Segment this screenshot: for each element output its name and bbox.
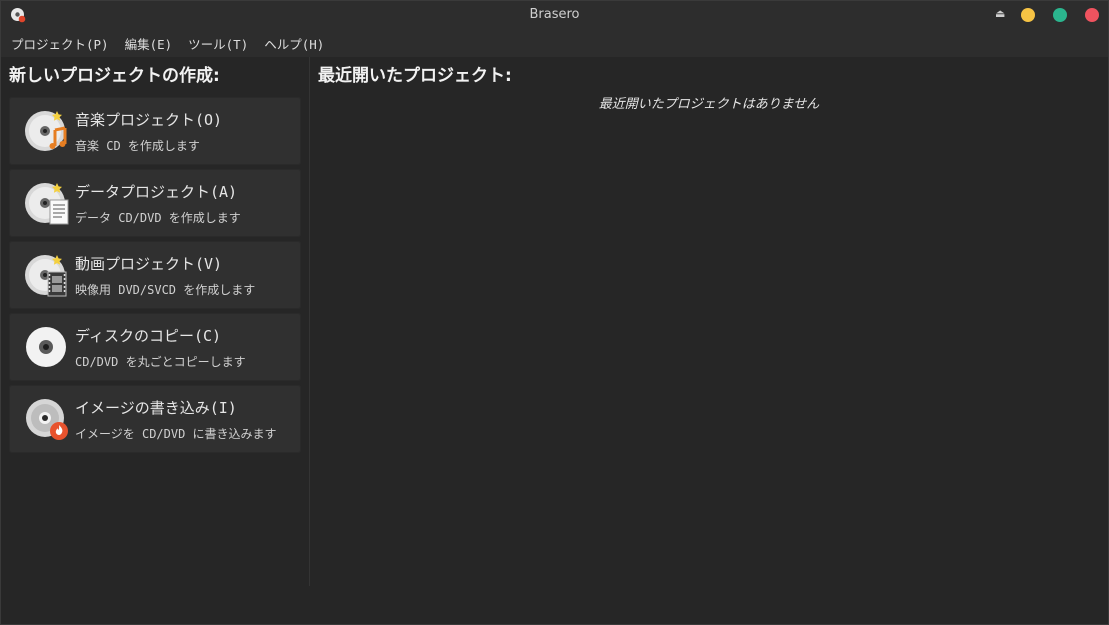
- brasero-window: Brasero ⏏ プロジェクト(P) 編集(E) ツール(T) ヘルプ(H) …: [0, 0, 1109, 625]
- burn-image-desc: イメージを CD/DVD に書き込みます: [75, 427, 277, 441]
- window-title: Brasero: [529, 7, 580, 22]
- main-content: 新しいプロジェクトの作成: 音楽プロジェクト(O) 音楽 CD を作成します デ…: [1, 57, 1108, 624]
- disc-copy-label: ディスクのコピー(C): [75, 327, 222, 345]
- video-project-button[interactable]: 動画プロジェクト(V) 映像用 DVD/SVCD を作成します: [9, 241, 301, 309]
- recent-projects-heading: 最近開いたプロジェクト:: [318, 66, 512, 86]
- titlebar: Brasero ⏏: [1, 1, 1108, 29]
- close-button[interactable]: [1085, 8, 1099, 22]
- audio-project-icon: [25, 111, 67, 151]
- data-project-label: データプロジェクト(A): [75, 183, 238, 201]
- new-project-heading: 新しいプロジェクトの作成:: [9, 66, 220, 86]
- eject-icon[interactable]: ⏏: [995, 7, 1005, 20]
- data-project-desc: データ CD/DVD を作成します: [75, 211, 241, 225]
- video-project-icon: [25, 255, 67, 297]
- minimize-button[interactable]: [1021, 8, 1035, 22]
- recent-projects-pane: 最近開いたプロジェクト: 最近開いたプロジェクトはありません: [310, 57, 1108, 624]
- burn-image-button[interactable]: イメージの書き込み(I) イメージを CD/DVD に書き込みます: [9, 385, 301, 453]
- video-project-label: 動画プロジェクト(V): [75, 255, 223, 273]
- maximize-button[interactable]: [1053, 8, 1067, 22]
- menu-help[interactable]: ヘルプ(H): [264, 34, 324, 53]
- menu-project[interactable]: プロジェクト(P): [11, 34, 109, 53]
- audio-project-button[interactable]: 音楽プロジェクト(O) 音楽 CD を作成します: [9, 97, 301, 165]
- menubar: プロジェクト(P) 編集(E) ツール(T) ヘルプ(H): [1, 29, 1108, 57]
- burn-image-label: イメージの書き込み(I): [75, 399, 237, 417]
- disc-copy-button[interactable]: ディスクのコピー(C) CD/DVD を丸ごとコピーします: [9, 313, 301, 381]
- audio-project-label: 音楽プロジェクト(O): [75, 111, 223, 129]
- audio-project-desc: 音楽 CD を作成します: [75, 139, 200, 153]
- recent-empty-message: 最近開いたプロジェクトはありません: [598, 97, 820, 112]
- burn-image-icon: [26, 399, 68, 440]
- menu-edit[interactable]: 編集(E): [125, 34, 173, 53]
- data-project-button[interactable]: データプロジェクト(A) データ CD/DVD を作成します: [9, 169, 301, 237]
- data-project-icon: [25, 183, 69, 225]
- video-project-desc: 映像用 DVD/SVCD を作成します: [75, 283, 256, 297]
- disc-copy-desc: CD/DVD を丸ごとコピーします: [75, 355, 246, 369]
- menu-tools[interactable]: ツール(T): [188, 34, 248, 53]
- disc-copy-icon: [26, 327, 66, 367]
- new-project-pane: 新しいプロジェクトの作成: 音楽プロジェクト(O) 音楽 CD を作成します デ…: [1, 57, 310, 586]
